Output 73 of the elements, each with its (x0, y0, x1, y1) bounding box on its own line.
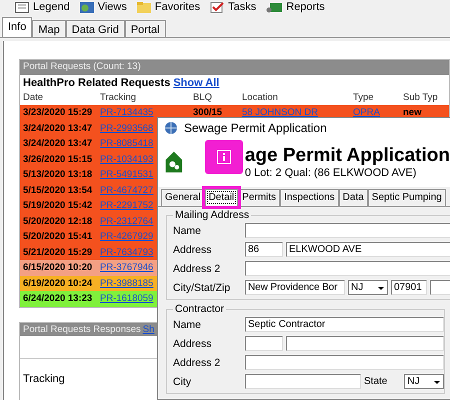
input-field[interactable]: 07901 (391, 280, 427, 295)
dialog-heading: age Permit Application (244, 145, 450, 167)
date-cell-text: 5/19/2020 15:42 (23, 200, 94, 212)
toolbar-button[interactable]: Legend (15, 1, 70, 13)
report-icon (266, 2, 282, 12)
checklist-icon (210, 2, 224, 12)
panel-header: Portal Requests Responses (23, 324, 141, 334)
info-icon (217, 150, 231, 164)
date-cell-text: 5/21/2020 15:29 (23, 246, 94, 258)
globe-window-icon (80, 2, 94, 12)
tab[interactable]: Inspections (280, 189, 339, 206)
date-cell-text: 3/26/2020 15:15 (23, 154, 94, 165)
state-dropdown[interactable]: NJ (404, 374, 444, 389)
date-cell-text: 3/24/2020 13:47 (23, 138, 94, 150)
field-label: Address (173, 244, 213, 256)
group-title: Mailing Address (174, 209, 250, 221)
date-cell-text: 6/15/2020 10:20 (23, 262, 94, 274)
date-cell-text: 5/20/2020 12:18 (23, 216, 94, 227)
state-dropdown[interactable]: NJ (348, 280, 388, 295)
tab[interactable]: Data (338, 189, 368, 206)
toolbar-button[interactable]: Tasks (210, 1, 256, 13)
column-header: Tracking (100, 92, 138, 103)
date-cell-text: 3/23/2020 15:29 (23, 107, 94, 118)
field-label: Address 2 (173, 262, 222, 274)
tab[interactable]: Data Grid (66, 20, 125, 37)
dialog-subheading: 0 Lot: 2 Qual: (86 ELKWOOD AVE) (244, 167, 418, 179)
input-field[interactable] (286, 336, 444, 351)
tab[interactable]: Detail (204, 189, 238, 206)
toolbar-button[interactable]: Reports (266, 1, 325, 13)
panel-header: Portal Requests (Count: 13) (20, 60, 449, 75)
input-field[interactable] (245, 336, 283, 351)
field-label: Address (173, 338, 213, 350)
field-label: Address 2 (173, 356, 222, 368)
date-cell-text: 6/19/2020 10:24 (23, 278, 94, 289)
folder-icon (136, 2, 151, 12)
date-cell-text: 5/13/2020 13:18 (23, 169, 94, 180)
date-cell-text: 5/15/2020 13:54 (23, 184, 94, 196)
show-all-link[interactable]: Show All (173, 77, 220, 89)
toolbar-button[interactable]: Views (80, 1, 127, 13)
group-title: Contractor (174, 303, 226, 315)
input-field[interactable] (245, 374, 361, 389)
toolbar-button[interactable]: Favorites (136, 1, 200, 13)
globe-icon (164, 120, 178, 134)
input-field[interactable]: New Providence Bor (245, 280, 345, 295)
column-header: Sub Typ (403, 92, 439, 103)
column-header: Tracking (23, 372, 65, 384)
tab[interactable]: General (161, 189, 205, 206)
input-field[interactable]: 86 (245, 242, 283, 257)
legend-icon (15, 2, 29, 12)
column-header: Location (242, 92, 279, 103)
window-title: Sewage Permit Application (184, 120, 327, 134)
input-field[interactable]: ELKWOOD AVE (286, 242, 450, 257)
tab[interactable]: Map (32, 20, 66, 37)
tab[interactable]: Permits (238, 189, 280, 206)
panel-subtitle: HealthPro Related Requests (23, 77, 170, 89)
field-label: Name (173, 318, 202, 330)
subtype-cell-text: new (403, 107, 422, 118)
field-label: Name (173, 224, 202, 236)
date-cell-text: 6/24/2020 13:23 (23, 293, 94, 304)
column-header: Date (23, 92, 44, 103)
input-field[interactable]: Septic Contractor (245, 317, 444, 332)
date-cell-text: 3/24/2020 13:47 (23, 122, 94, 134)
blq-cell-text: 300/15 (193, 107, 224, 118)
tab[interactable]: Septic Pumping (368, 189, 446, 206)
column-header: Type (353, 92, 375, 103)
input-field[interactable] (245, 355, 444, 370)
tab[interactable]: Info (2, 17, 32, 37)
tab[interactable]: Portal (124, 20, 166, 37)
date-cell-text: 5/20/2020 15:41 (23, 231, 94, 242)
column-header: BLQ (193, 92, 214, 103)
field-label: State (364, 376, 388, 387)
field-label: City/Stat/Zip (173, 282, 232, 294)
field-label: City (173, 376, 192, 388)
